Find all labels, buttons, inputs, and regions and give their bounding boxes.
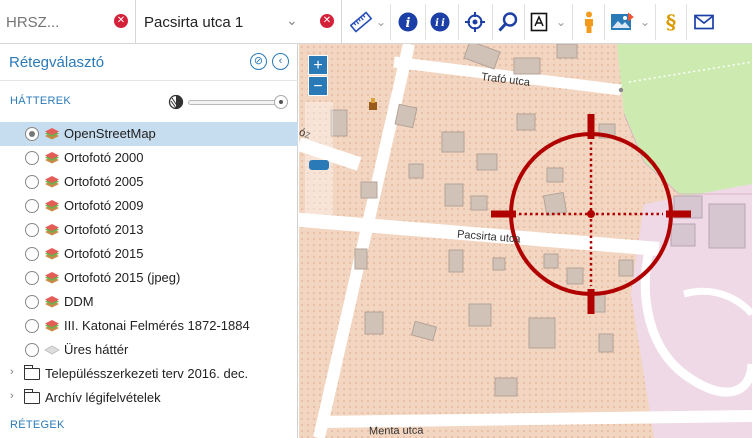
layer-ortofoto-2015[interactable]: Ortofotó 2015 <box>0 242 298 266</box>
layer-label: Ortofotó 2015 (jpeg) <box>64 270 181 285</box>
layer-radio[interactable] <box>25 199 39 213</box>
layer-stack-icon <box>45 320 59 332</box>
mail-icon[interactable] <box>692 6 716 38</box>
layer-label: Ortofotó 2005 <box>64 174 144 189</box>
layer-label: Ortofotó 2013 <box>64 222 144 237</box>
map-canvas <box>299 44 752 438</box>
layer-radio[interactable] <box>25 151 39 165</box>
street-label-menta: Menta utca <box>368 424 424 438</box>
svg-text:i: i <box>441 18 445 29</box>
street-select[interactable]: Pacsirta utca 1 ⌄ ✕ <box>136 0 342 44</box>
layer-radio[interactable] <box>25 175 39 189</box>
layer-radio[interactable] <box>25 319 39 333</box>
locate-icon[interactable] <box>462 6 488 38</box>
hrsz-search: ✕ <box>0 0 136 44</box>
layer-ures-hatter[interactable]: Üres háttér <box>0 338 298 362</box>
layer-label: DDM <box>64 294 94 309</box>
folder-icon <box>24 365 40 380</box>
layer-label: OpenStreetMap <box>64 126 156 141</box>
layer-katonai-felmeres[interactable]: III. Katonai Felmérés 1872-1884 <box>0 314 298 338</box>
street-value: Pacsirta utca 1 <box>144 14 244 31</box>
opacity-slider-knob[interactable] <box>274 95 288 109</box>
layer-panel: Rétegválasztó ⊘ ‹ HÁTTEREK OpenStreetMap… <box>0 44 298 438</box>
svg-text:§: § <box>666 11 676 33</box>
panel-actions: ⊘ ‹ <box>250 53 289 70</box>
hrsz-input[interactable] <box>6 12 106 32</box>
top-toolbar: ✕ Pacsirta utca 1 ⌄ ✕ ⌄ i ii ⌄ ⌄ <box>0 0 752 44</box>
map-view[interactable]: Trafó utca Pacsirta utca Menta utca óz +… <box>299 44 752 438</box>
layer-stack-icon <box>45 296 59 308</box>
layer-ddm[interactable]: DDM <box>0 290 298 314</box>
layer-ortofoto-2013[interactable]: Ortofotó 2013 <box>0 218 298 242</box>
layer-stack-icon <box>45 272 59 284</box>
layer-label: Ortofotó 2000 <box>64 150 144 165</box>
layer-radio[interactable] <box>25 271 39 285</box>
zoom-out-button[interactable]: − <box>308 76 328 96</box>
layer-ortofoto-2015-jpeg[interactable]: Ortofotó 2015 (jpeg) <box>0 266 298 290</box>
chevron-right-icon[interactable]: › <box>10 390 14 402</box>
zoom-slider-handle[interactable] <box>309 160 329 170</box>
image-icon[interactable] <box>609 6 635 38</box>
layer-ortofoto-2005[interactable]: Ortofotó 2005 <box>0 170 298 194</box>
print-icon[interactable] <box>528 6 550 38</box>
opacity-slider[interactable] <box>168 94 292 110</box>
layer-label: Üres háttér <box>64 342 129 357</box>
layer-label: Ortofotó 2015 <box>64 246 144 261</box>
folder-telepulesszerkezeti-terv[interactable]: › Településszerkezeti terv 2016. dec. <box>0 362 298 386</box>
layer-radio[interactable] <box>25 343 39 357</box>
layers-heading: RÉTEGEK <box>10 419 65 431</box>
paragraph-icon[interactable]: § <box>660 6 682 38</box>
background-layer-list: OpenStreetMap Ortofotó 2000 Ortofotó 200… <box>0 122 298 410</box>
ruler-icon[interactable] <box>348 6 374 38</box>
svg-text:i: i <box>435 18 439 29</box>
layer-radio[interactable] <box>25 127 39 141</box>
hide-layers-icon[interactable]: ⊘ <box>250 53 267 70</box>
layer-radio[interactable] <box>25 295 39 309</box>
image-dropdown-icon[interactable]: ⌄ <box>640 15 650 29</box>
chevron-right-icon[interactable]: › <box>10 366 14 378</box>
empty-layer-icon <box>44 345 60 355</box>
svg-text:i: i <box>406 16 411 31</box>
opacity-icon <box>168 94 184 110</box>
layer-stack-icon <box>45 176 59 188</box>
info-icon[interactable]: i <box>396 6 420 38</box>
folder-archiv-legifelvetelek[interactable]: › Archív légifelvételek <box>0 386 298 410</box>
backgrounds-heading: HÁTTEREK <box>10 95 72 107</box>
layer-radio[interactable] <box>25 223 39 237</box>
clear-hrsz-button[interactable]: ✕ <box>114 14 128 28</box>
panel-title: Rétegválasztó <box>9 54 105 71</box>
layer-stack-icon <box>45 248 59 260</box>
zoom-in-button[interactable]: + <box>308 55 328 75</box>
layer-ortofoto-2009[interactable]: Ortofotó 2009 <box>0 194 298 218</box>
collapse-panel-icon[interactable]: ‹ <box>272 53 289 70</box>
person-icon[interactable] <box>578 6 600 38</box>
folder-label: Archív légifelvételek <box>45 390 161 405</box>
layer-ortofoto-2000[interactable]: Ortofotó 2000 <box>0 146 298 170</box>
folder-icon <box>24 389 40 404</box>
layer-stack-icon <box>45 128 59 140</box>
layer-stack-icon <box>45 152 59 164</box>
layer-label: III. Katonai Felmérés 1872-1884 <box>64 318 250 333</box>
layer-radio[interactable] <box>25 247 39 261</box>
layer-label: Ortofotó 2009 <box>64 198 144 213</box>
multi-info-icon[interactable]: ii <box>428 6 454 38</box>
clear-street-button[interactable]: ✕ <box>320 14 334 28</box>
ruler-dropdown-icon[interactable]: ⌄ <box>376 15 386 29</box>
folder-label: Településszerkezeti terv 2016. dec. <box>45 366 249 381</box>
layer-stack-icon <box>45 224 59 236</box>
layer-openstreetmap[interactable]: OpenStreetMap <box>0 122 298 146</box>
search-icon[interactable] <box>495 6 521 38</box>
zoom-controls: + − <box>308 55 330 97</box>
chevron-down-icon[interactable]: ⌄ <box>286 12 298 29</box>
layer-stack-icon <box>45 200 59 212</box>
print-dropdown-icon[interactable]: ⌄ <box>556 15 566 29</box>
